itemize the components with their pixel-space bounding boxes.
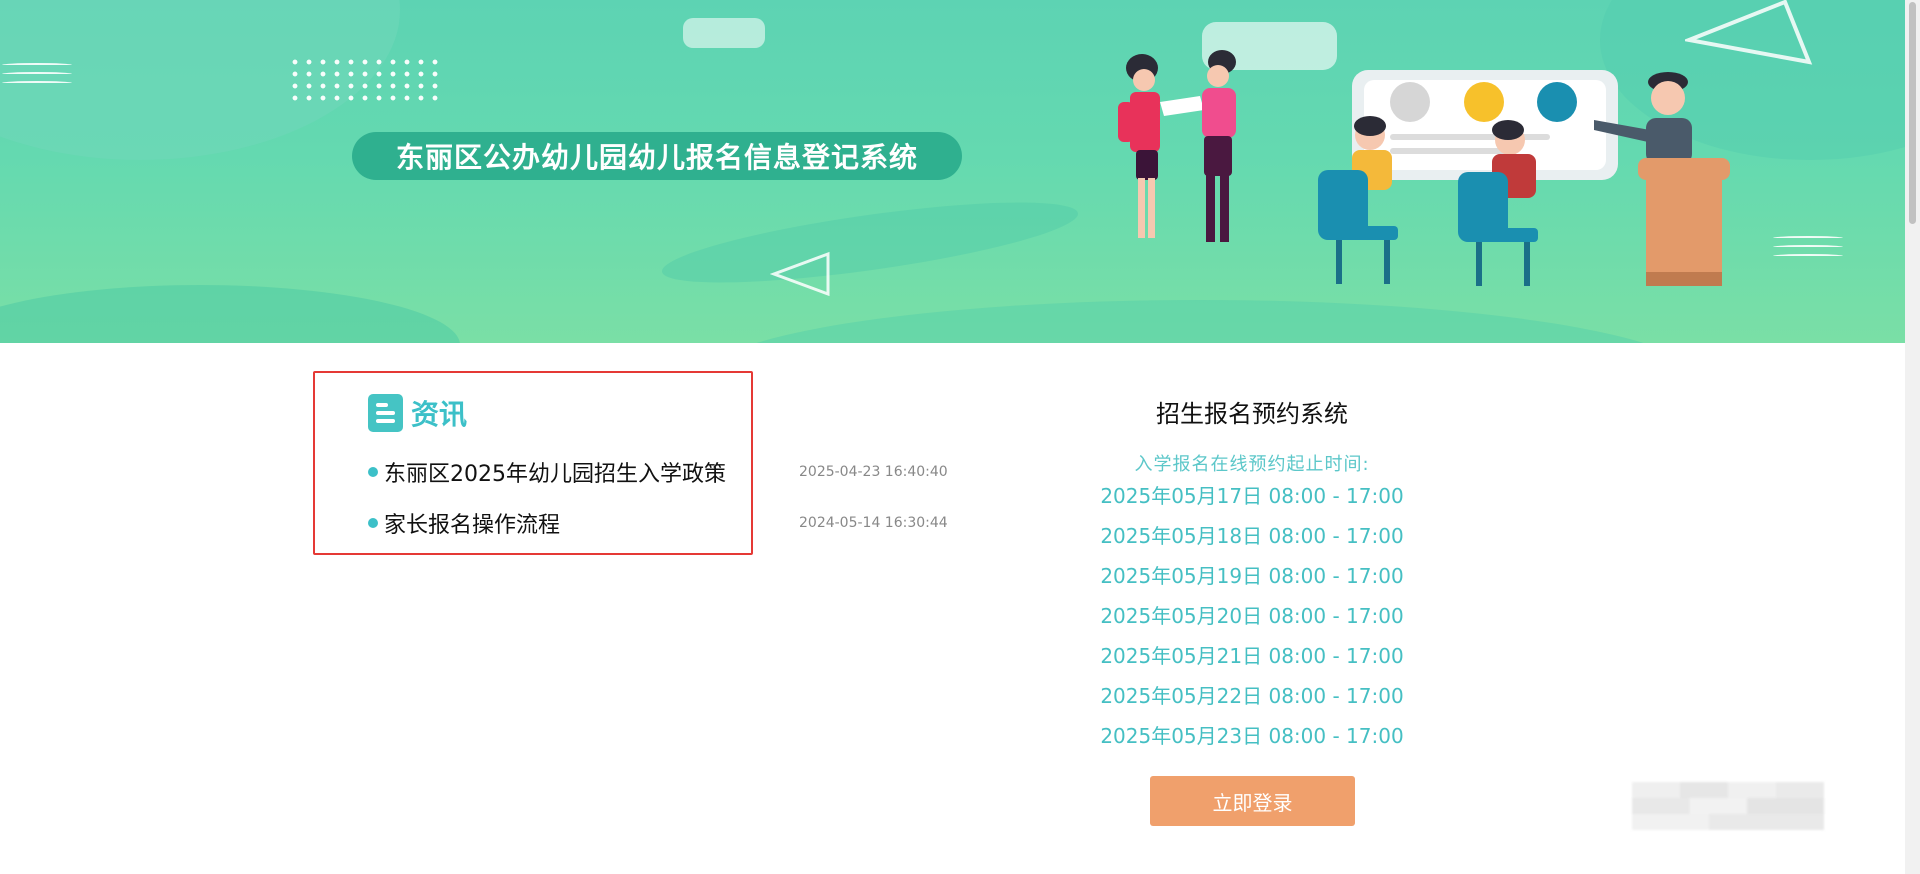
registration-subtitle: 入学报名在线预约起止时间: <box>1134 454 1370 475</box>
document-icon <box>368 394 403 432</box>
schedule-item: 2025年05月22日 08:00 - 17:00 <box>1100 684 1404 708</box>
bullet-icon <box>368 518 378 528</box>
login-button[interactable]: 立即登录 <box>1150 776 1355 826</box>
schedule-item: 2025年05月23日 08:00 - 17:00 <box>1100 724 1404 748</box>
dot-pattern-decoration <box>288 56 438 102</box>
classroom-illustration <box>1118 50 1730 286</box>
news-link[interactable]: 家长报名操作流程 <box>384 507 560 539</box>
news-item[interactable]: 家长报名操作流程 2024-05-14 16:30:44 <box>368 507 948 539</box>
news-header: 资讯 <box>368 393 467 433</box>
schedule-item: 2025年05月20日 08:00 - 17:00 <box>1100 604 1404 628</box>
schedule-item: 2025年05月21日 08:00 - 17:00 <box>1100 644 1404 668</box>
banner-decoration <box>658 186 1082 299</box>
news-item[interactable]: 东丽区2025年幼儿园招生入学政策 2025-04-23 16:40:40 <box>368 456 948 488</box>
banner-decoration <box>700 300 1700 343</box>
schedule-item: 2025年05月18日 08:00 - 17:00 <box>1100 524 1404 548</box>
blurred-watermark <box>1632 782 1824 830</box>
bullet-icon <box>368 467 378 477</box>
registration-title: 招生报名预约系统 <box>1156 400 1348 428</box>
registration-schedule: 2025年05月17日 08:00 - 17:00 2025年05月18日 08… <box>1052 483 1452 763</box>
schedule-item: 2025年05月17日 08:00 - 17:00 <box>1100 484 1404 508</box>
schedule-item: 2025年05月19日 08:00 - 17:00 <box>1100 564 1404 588</box>
news-date: 2024-05-14 16:30:44 <box>799 515 948 531</box>
page-scrollbar[interactable] <box>1905 0 1920 874</box>
site-title: 东丽区公办幼儿园幼儿报名信息登记系统 <box>352 132 962 180</box>
wave-decoration <box>1773 236 1843 263</box>
news-heading: 资讯 <box>411 398 468 431</box>
triangle-decoration <box>770 251 830 297</box>
speech-bubble-decoration <box>683 18 765 48</box>
news-date: 2025-04-23 16:40:40 <box>799 464 948 480</box>
banner-decoration <box>0 285 460 343</box>
wave-decoration <box>2 63 72 90</box>
header-banner: 东丽区公办幼儿园幼儿报名信息登记系统 <box>0 0 1905 343</box>
news-link[interactable]: 东丽区2025年幼儿园招生入学政策 <box>384 456 726 488</box>
scrollbar-thumb[interactable] <box>1909 2 1916 224</box>
